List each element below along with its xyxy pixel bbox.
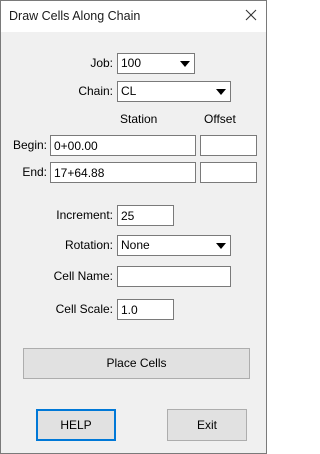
place-cells-button[interactable]: Place Cells bbox=[23, 348, 250, 379]
chevron-down-icon bbox=[180, 61, 190, 67]
job-select[interactable]: 100 bbox=[117, 53, 195, 74]
chevron-down-icon bbox=[216, 89, 226, 95]
window-title: Draw Cells Along Chain bbox=[9, 9, 141, 23]
end-label: End: bbox=[22, 165, 47, 179]
chevron-down-icon bbox=[216, 243, 226, 249]
job-label: Job: bbox=[90, 56, 113, 70]
exit-button[interactable]: Exit bbox=[167, 409, 247, 441]
increment-label: Increment: bbox=[56, 208, 113, 222]
begin-station-field[interactable] bbox=[50, 135, 196, 156]
begin-label: Begin: bbox=[12, 138, 47, 152]
help-button-label: HELP bbox=[60, 418, 92, 432]
job-select-value: 100 bbox=[121, 56, 142, 70]
cell-scale-label: Cell Scale: bbox=[55, 302, 113, 316]
rotation-select-value: None bbox=[121, 238, 150, 252]
cell-name-field[interactable] bbox=[117, 266, 231, 287]
cell-scale-field[interactable] bbox=[117, 299, 174, 320]
place-cells-button-label: Place Cells bbox=[106, 356, 167, 370]
rotation-select[interactable]: None bbox=[117, 235, 231, 256]
close-icon[interactable] bbox=[242, 6, 260, 24]
increment-field[interactable] bbox=[117, 205, 174, 226]
help-button[interactable]: HELP bbox=[36, 409, 116, 441]
cell-name-label: Cell Name: bbox=[53, 269, 113, 283]
dialog-window: Draw Cells Along Chain Job: 100 Chain: C… bbox=[0, 0, 267, 454]
title-bar: Draw Cells Along Chain bbox=[1, 1, 266, 32]
exit-button-label: Exit bbox=[196, 418, 217, 432]
chain-label: Chain: bbox=[78, 84, 113, 98]
station-header: Station bbox=[120, 112, 158, 126]
end-station-field[interactable] bbox=[50, 162, 196, 183]
chain-select-value: CL bbox=[121, 84, 137, 98]
begin-offset-field[interactable] bbox=[200, 135, 257, 156]
offset-header: Offset bbox=[204, 112, 236, 126]
end-offset-field[interactable] bbox=[200, 162, 257, 183]
rotation-label: Rotation: bbox=[64, 238, 113, 252]
chain-select[interactable]: CL bbox=[117, 81, 231, 102]
